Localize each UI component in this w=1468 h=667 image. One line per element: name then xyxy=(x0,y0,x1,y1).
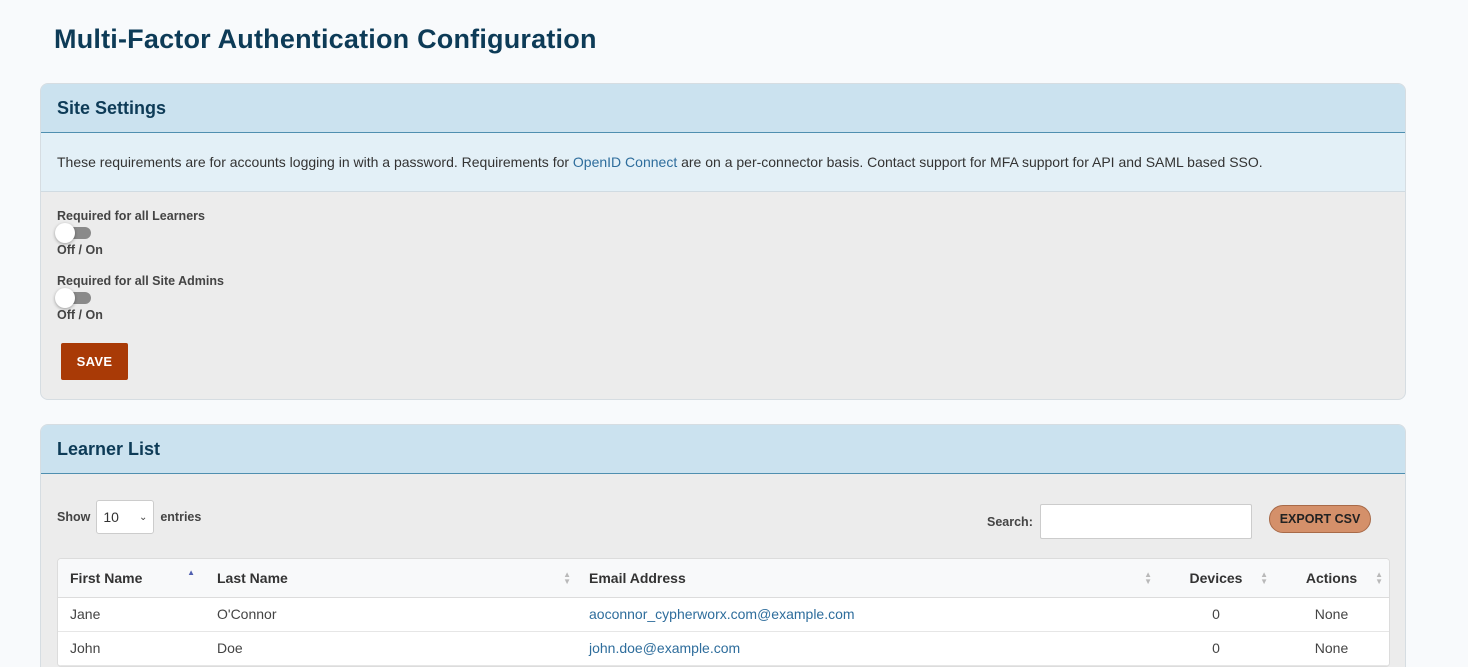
info-text-prefix: These requirements are for accounts logg… xyxy=(57,154,573,170)
learner-list-heading: Learner List xyxy=(57,438,161,459)
table-row: Jane O'Connor aoconnor_cypherworx.com@ex… xyxy=(58,597,1389,632)
site-settings-header: Site Settings xyxy=(41,84,1405,133)
sort-ascending-icon: ▲▼ xyxy=(187,568,195,577)
page-title: Multi-Factor Authentication Configuratio… xyxy=(54,24,597,54)
entries-value: 10 xyxy=(103,509,119,525)
column-first-name[interactable]: First Name ▲▼ xyxy=(58,559,205,598)
openid-connect-link[interactable]: OpenID Connect xyxy=(573,154,677,170)
search-control: Search: xyxy=(987,504,1252,539)
table-header-row: First Name ▲▼ Last Name ▲▼ Email Address… xyxy=(58,559,1389,598)
table-row: John Doe john.doe@example.com 0 None xyxy=(58,631,1389,666)
column-label: Actions xyxy=(1305,569,1358,586)
entries-length-control: Show 10 ⌄ entries xyxy=(57,500,201,534)
sort-icon: ▲ ▼ xyxy=(1260,570,1268,586)
cell-email: aoconnor_cypherworx.com@example.com xyxy=(577,597,1158,632)
toggle-knob xyxy=(55,223,75,243)
export-csv-button[interactable]: EXPORT CSV xyxy=(1269,505,1371,533)
cell-last-name: O'Connor xyxy=(205,597,577,632)
sort-icon: ▲ ▼ xyxy=(1144,570,1152,586)
learners-mfa-label: Required for all Learners xyxy=(57,209,205,223)
cell-first-name: John xyxy=(58,631,205,666)
column-label: Last Name xyxy=(217,569,288,586)
admins-mfa-state: Off / On xyxy=(57,308,103,322)
info-notice: These requirements are for accounts logg… xyxy=(41,133,1405,192)
chevron-down-icon: ⌄ xyxy=(138,511,148,523)
info-text-suffix: are on a per-connector basis. Contact su… xyxy=(677,154,1263,170)
cell-devices: 0 xyxy=(1158,631,1274,666)
cell-first-name: Jane xyxy=(58,597,205,632)
entries-label: entries xyxy=(160,510,202,524)
show-label: Show xyxy=(57,510,91,524)
column-email[interactable]: Email Address ▲ ▼ xyxy=(577,559,1158,598)
admins-mfa-setting: Required for all Site Admins Off / On xyxy=(55,274,224,322)
learners-mfa-state: Off / On xyxy=(57,243,103,257)
learners-mfa-toggle[interactable] xyxy=(55,223,91,243)
cell-actions: None xyxy=(1274,631,1389,666)
cell-devices: 0 xyxy=(1158,597,1274,632)
cell-email: john.doe@example.com xyxy=(577,631,1158,666)
search-input[interactable] xyxy=(1039,504,1252,539)
site-settings-heading: Site Settings xyxy=(57,97,167,118)
column-label: First Name xyxy=(70,569,143,586)
column-actions[interactable]: Actions ▲ ▼ xyxy=(1274,559,1389,598)
sort-icon: ▲ ▼ xyxy=(563,570,571,586)
search-label: Search: xyxy=(987,514,1033,529)
toggle-knob xyxy=(55,288,75,308)
column-last-name[interactable]: Last Name ▲ ▼ xyxy=(205,559,577,598)
admins-mfa-label: Required for all Site Admins xyxy=(57,274,224,288)
column-label: Email Address xyxy=(589,569,686,586)
learners-mfa-setting: Required for all Learners Off / On xyxy=(55,209,205,257)
learner-list-panel: Learner List Show 10 ⌄ entries Search: E… xyxy=(40,424,1406,667)
column-label: Devices xyxy=(1189,569,1243,586)
sort-icon: ▲ ▼ xyxy=(1375,570,1383,586)
site-settings-panel: Site Settings These requirements are for… xyxy=(40,83,1406,400)
cell-last-name: Doe xyxy=(205,631,577,666)
cell-actions: None xyxy=(1274,597,1389,632)
learner-list-header: Learner List xyxy=(41,425,1405,474)
entries-select[interactable]: 10 ⌄ xyxy=(96,500,155,534)
learner-table: First Name ▲▼ Last Name ▲▼ Email Address… xyxy=(57,558,1390,667)
column-devices[interactable]: Devices ▲ ▼ xyxy=(1158,559,1274,598)
admins-mfa-toggle[interactable] xyxy=(55,288,91,308)
save-button[interactable]: SAVE xyxy=(61,343,128,380)
